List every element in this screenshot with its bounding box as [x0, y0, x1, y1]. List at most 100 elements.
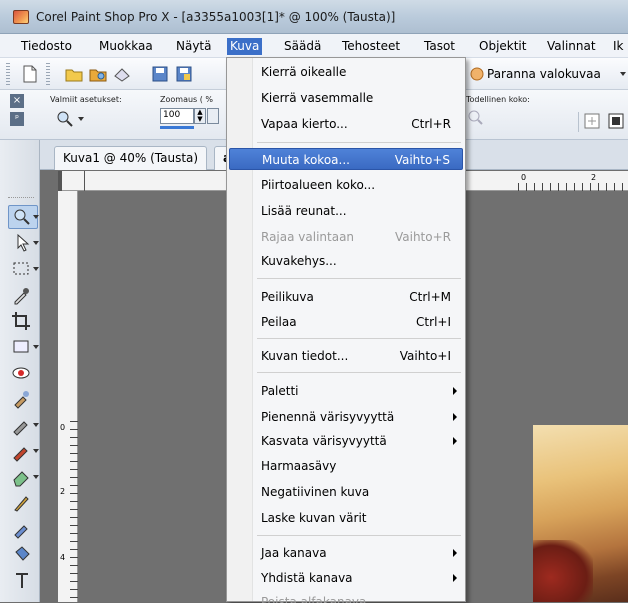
menu-bar: Tiedosto Muokkaa Näytä Kuva Säädä Tehost…: [0, 34, 628, 58]
ruler-origin-mark: [84, 171, 85, 191]
menu-kuva[interactable]: Kuva: [227, 38, 263, 55]
eraser-tool-icon[interactable]: [10, 466, 34, 488]
red-eye-tool-icon[interactable]: [10, 362, 34, 384]
browse-icon[interactable]: [88, 64, 108, 84]
fill-tool-icon[interactable]: [10, 544, 34, 566]
menu-item-decrease-color-depth[interactable]: Pienennä värisyvyyttä: [229, 406, 463, 428]
options-separator: [578, 112, 579, 132]
menu-item-mirror[interactable]: Peilikuva Ctrl+M: [229, 286, 463, 308]
menu-item-image-info[interactable]: Kuvan tiedot... Vaihto+I: [229, 345, 463, 367]
menu-valinnat[interactable]: Valinnat: [544, 38, 599, 55]
menu-item-combine-channel[interactable]: Yhdistä kanava: [229, 567, 463, 589]
dodge-tool-icon[interactable]: [10, 414, 34, 436]
menu-separator: [257, 338, 461, 339]
selection-tool-arrow-icon[interactable]: [33, 267, 39, 271]
zoom-label: Zoomaus ( %: [160, 95, 214, 104]
menu-tasot[interactable]: Tasot: [421, 38, 458, 55]
dropper-tool-icon[interactable]: [10, 284, 34, 306]
menu-item-rotate-right[interactable]: Kierrä oikealle: [229, 61, 463, 83]
airbrush-icon[interactable]: [10, 518, 34, 540]
selection-tool-icon[interactable]: [10, 258, 34, 280]
deform-tool-icon[interactable]: [10, 336, 34, 358]
new-file-icon[interactable]: [20, 64, 40, 84]
presets-label: Valmiit asetukset:: [50, 95, 122, 104]
pin-palette-icon[interactable]: ᵖ: [10, 112, 24, 126]
enhance-photo-button[interactable]: Paranna valokuvaa: [487, 67, 601, 81]
zoom-input[interactable]: 100: [160, 108, 194, 124]
crop-tool-icon[interactable]: [10, 310, 34, 332]
smudge-tool-icon[interactable]: [10, 440, 34, 462]
app-icon[interactable]: [13, 10, 29, 24]
menu-saada[interactable]: Säädä: [281, 38, 324, 55]
save-icon[interactable]: [150, 64, 170, 84]
h-ruler-label-0: 0: [521, 173, 527, 182]
menu-item-palette[interactable]: Paletti: [229, 380, 463, 402]
menu-item-canvas-size[interactable]: Piirtoalueen koko...: [229, 174, 463, 196]
deform-tool-arrow-icon[interactable]: [33, 345, 39, 349]
menu-objektit[interactable]: Objektit: [476, 38, 529, 55]
menu-separator: [257, 535, 461, 536]
zoom-dropdown-icon[interactable]: [207, 108, 219, 124]
h-ruler-label-2: 2: [591, 173, 597, 182]
tools-palette: [0, 140, 40, 602]
clone-brush-icon[interactable]: [10, 388, 34, 410]
enhance-photo-icon[interactable]: [467, 64, 487, 84]
smudge-tool-arrow-icon[interactable]: [33, 449, 39, 453]
zoom-spinner[interactable]: ▲ ▼: [194, 108, 206, 124]
pick-tool-arrow-icon[interactable]: [33, 241, 39, 245]
close-palette-icon[interactable]: ×: [10, 94, 24, 108]
menu-item-flip[interactable]: Peilaa Ctrl+I: [229, 311, 463, 333]
text-tool-icon[interactable]: [10, 570, 34, 592]
submenu-arrow-icon: [453, 437, 457, 445]
menu-item-split-channel[interactable]: Jaa kanava: [229, 542, 463, 564]
menu-muokkaa[interactable]: Muokkaa: [96, 38, 156, 55]
menu-separator: [257, 372, 461, 373]
paint-brush-icon[interactable]: [10, 492, 34, 514]
dodge-tool-arrow-icon[interactable]: [33, 423, 39, 427]
actual-size-icon[interactable]: [466, 108, 486, 126]
zoom-slider[interactable]: [160, 126, 194, 129]
save-as-icon[interactable]: [174, 64, 194, 84]
eraser-tool-arrow-icon[interactable]: [33, 475, 39, 479]
enhance-dropdown-icon[interactable]: [620, 72, 626, 76]
menu-item-rotate-left[interactable]: Kierrä vasemmalle: [229, 87, 463, 109]
menu-separator: [257, 278, 461, 279]
menu-tehosteet[interactable]: Tehosteet: [339, 38, 403, 55]
menu-item-crop-to-selection[interactable]: Rajaa valintaan Vaihto+R: [229, 226, 463, 248]
preset-zoom-icon[interactable]: [54, 108, 76, 128]
toolbar-grip[interactable]: [6, 63, 10, 85]
actual-size-label: Todellinen koko:: [466, 95, 530, 104]
preset-dropdown-icon[interactable]: [78, 117, 84, 121]
menu-item-increase-color-depth[interactable]: Kasvata värisyvyyttä: [229, 430, 463, 452]
menu-item-delete-alpha[interactable]: Poista alfakanava: [229, 591, 463, 603]
menu-item-free-rotate[interactable]: Vapaa kierto... Ctrl+R: [229, 113, 463, 135]
v-ruler-label-4: 4: [60, 553, 66, 562]
menu-item-resize[interactable]: Muuta kokoa... Vaihto+S: [229, 148, 463, 170]
fit-image-icon[interactable]: [607, 112, 625, 130]
open-folder-icon[interactable]: [64, 64, 84, 84]
pick-tool-icon[interactable]: [10, 232, 34, 254]
menu-ik[interactable]: Ik: [610, 38, 627, 55]
image-menu-dropdown: Kierrä oikealle Kierrä vasemmalle Vapaa …: [226, 57, 466, 603]
submenu-arrow-icon: [453, 387, 457, 395]
v-ruler-label-0: 0: [60, 423, 66, 432]
menu-item-negative-image[interactable]: Negatiivinen kuva: [229, 481, 463, 503]
zoom-tool-icon[interactable]: [10, 206, 34, 228]
menu-separator: [257, 142, 461, 143]
menu-item-count-colors[interactable]: Laske kuvan värit: [229, 507, 463, 529]
zoom-tool-arrow-icon[interactable]: [33, 215, 39, 219]
scan-icon[interactable]: [112, 64, 132, 84]
menu-item-greyscale[interactable]: Harmaasävy: [229, 455, 463, 477]
tab-kuva1[interactable]: Kuva1 @ 40% (Tausta): [54, 146, 208, 170]
menu-item-add-borders[interactable]: Lisää reunat...: [229, 200, 463, 222]
menu-item-picture-frame[interactable]: Kuvakehys...: [229, 250, 463, 272]
submenu-arrow-icon: [453, 413, 457, 421]
menu-tiedosto[interactable]: Tiedosto: [18, 38, 75, 55]
h-ruler-ticks: [518, 183, 628, 191]
fit-window-icon[interactable]: [583, 112, 601, 130]
menu-nayta[interactable]: Näytä: [173, 38, 215, 55]
tools-grip[interactable]: [8, 197, 34, 198]
v-ruler-ticks: [70, 421, 78, 602]
vertical-ruler: 0 2 4: [58, 191, 78, 602]
window-title: Corel Paint Shop Pro X - [a3355a1003[1]*…: [36, 10, 396, 24]
